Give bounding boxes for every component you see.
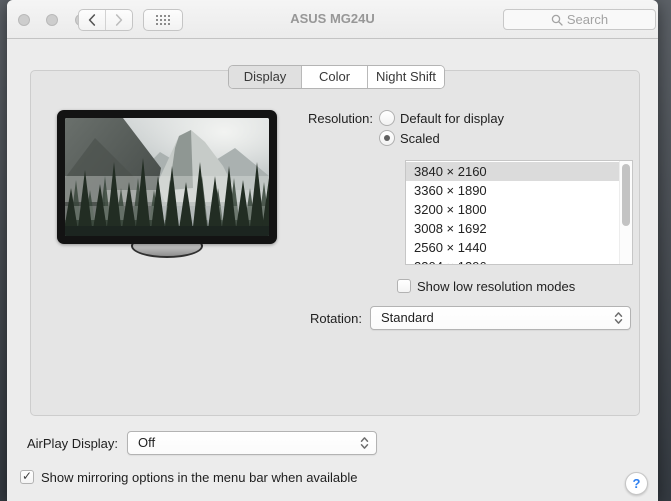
resolution-option[interactable]: 2304 × 1296	[406, 257, 620, 264]
displays-preferences-window: ASUS MG24U Search Display Color Night Sh…	[7, 0, 658, 501]
radio-dot	[384, 135, 390, 141]
tab-display[interactable]: Display	[229, 66, 302, 88]
tab-color[interactable]: Color	[302, 66, 368, 88]
desktop: ASUS MG24U Search Display Color Night Sh…	[0, 0, 671, 501]
title-bar: ASUS MG24U Search	[7, 0, 658, 39]
monitor-wallpaper	[65, 118, 269, 236]
resolution-option[interactable]: 3360 × 1890	[406, 181, 620, 200]
minimize-button[interactable]	[46, 14, 58, 26]
resolution-option[interactable]: 3840 × 2160	[406, 162, 620, 181]
help-button[interactable]: ?	[625, 472, 648, 495]
search-input[interactable]: Search	[503, 9, 656, 30]
radio-scaled-label[interactable]: Scaled	[400, 131, 440, 147]
mirroring-options-checkbox[interactable]: ✓	[20, 470, 34, 484]
chevron-up-down-icon	[614, 311, 630, 325]
chevron-up-down-icon	[360, 436, 376, 450]
scrollbar-thumb[interactable]	[622, 164, 630, 226]
airplay-value: Off	[138, 435, 156, 450]
radio-default-label[interactable]: Default for display	[400, 111, 504, 127]
checkmark-icon: ✓	[21, 469, 33, 483]
forward-button[interactable]	[106, 10, 132, 30]
resolution-option[interactable]: 2560 × 1440	[406, 238, 620, 257]
rotation-label: Rotation:	[309, 311, 362, 326]
resolution-option[interactable]: 3008 × 1692	[406, 219, 620, 238]
nav-button-group	[78, 9, 133, 31]
mirroring-options-label[interactable]: Show mirroring options in the menu bar w…	[41, 470, 358, 486]
search-icon	[551, 14, 563, 26]
chevron-left-icon	[88, 14, 96, 26]
monitor-preview	[57, 110, 277, 244]
show-all-button[interactable]	[143, 9, 183, 31]
airplay-dropdown[interactable]: Off	[127, 431, 377, 455]
resolution-list[interactable]: 3840 × 2160 3360 × 1890 3200 × 1800 3008 × …	[405, 160, 633, 265]
tab-bar: Display Color Night Shift	[228, 65, 445, 89]
chevron-right-icon	[115, 14, 123, 26]
back-button[interactable]	[79, 10, 106, 30]
rotation-value: Standard	[381, 310, 434, 325]
airplay-display-label: AirPlay Display:	[27, 436, 119, 451]
low-resolution-checkbox[interactable]: ✓	[397, 279, 411, 293]
resolution-rows: 3840 × 2160 3360 × 1890 3200 × 1800 3008 × …	[406, 162, 620, 264]
rotation-dropdown[interactable]: Standard	[370, 306, 631, 330]
resolution-option[interactable]: 3200 × 1800	[406, 200, 620, 219]
tab-night-shift[interactable]: Night Shift	[368, 66, 444, 88]
resolution-list-scrollbar[interactable]	[619, 161, 632, 264]
grid-icon	[154, 13, 172, 27]
radio-scaled[interactable]	[379, 130, 395, 146]
radio-default-for-display[interactable]	[379, 110, 395, 126]
search-placeholder: Search	[566, 12, 609, 27]
low-resolution-label[interactable]: Show low resolution modes	[417, 279, 575, 295]
close-button[interactable]	[18, 14, 30, 26]
